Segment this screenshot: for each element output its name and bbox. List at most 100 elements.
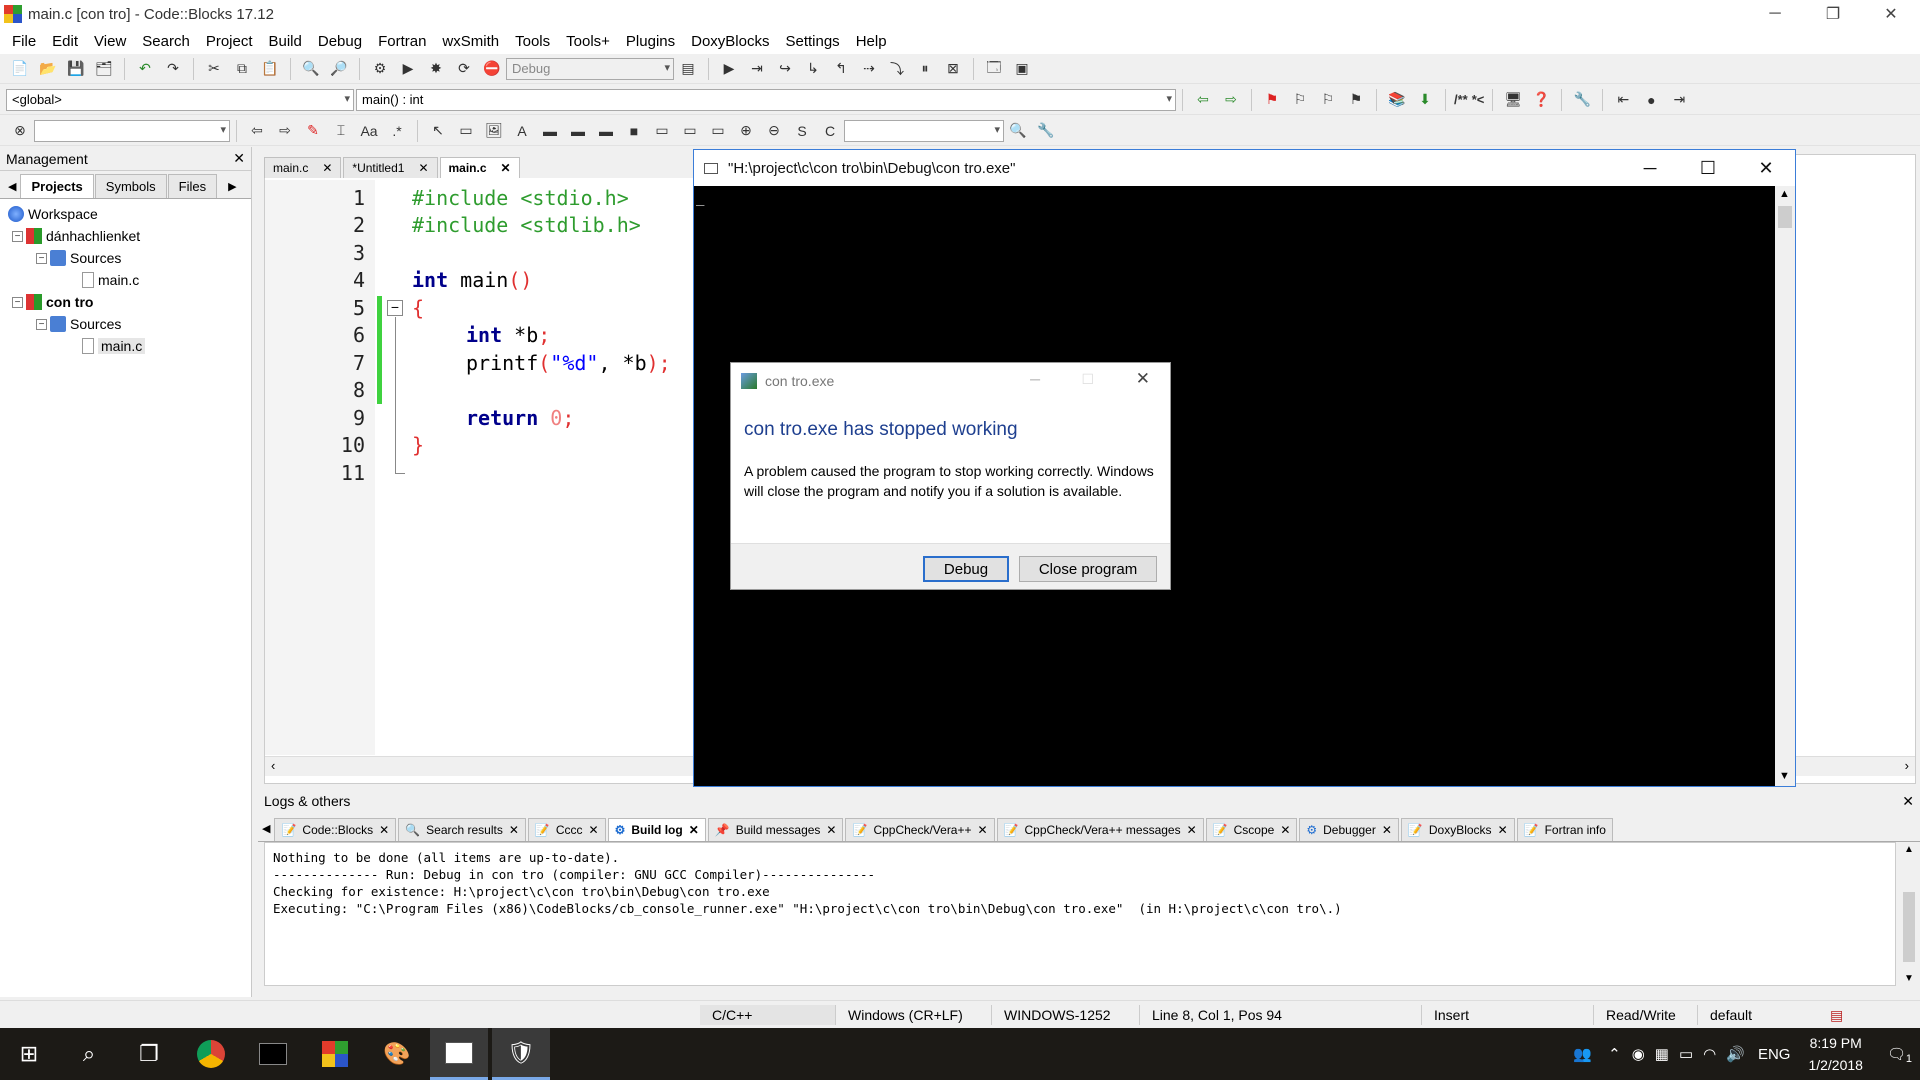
zoom-out-icon[interactable]: ⊖: [762, 119, 786, 143]
close-icon[interactable]: ✕: [689, 823, 699, 837]
chevron-up-icon[interactable]: ⌃: [1608, 1045, 1621, 1063]
task-view-icon[interactable]: ❐: [120, 1028, 178, 1080]
find-icon[interactable]: 🔍: [299, 57, 323, 81]
undo-icon[interactable]: ↶: [133, 57, 157, 81]
forward-arrow-icon[interactable]: ⇨: [1219, 88, 1243, 112]
tree-project-1[interactable]: − dánhachlienket: [0, 225, 251, 247]
tab-scroll-left-icon[interactable]: ◀: [4, 180, 20, 198]
zoom-in-icon[interactable]: ⊕: [734, 119, 758, 143]
scroll-up-icon[interactable]: ▲: [1779, 188, 1790, 200]
step-out-icon[interactable]: ↰: [829, 57, 853, 81]
fold-toggle-icon[interactable]: −: [387, 300, 403, 316]
battery-icon[interactable]: ▭: [1679, 1045, 1693, 1063]
next-line-icon[interactable]: ↪: [773, 57, 797, 81]
close-program-button[interactable]: Close program: [1019, 556, 1157, 582]
console-maximize-button[interactable]: ☐: [1679, 150, 1737, 186]
block-comment-button[interactable]: /**: [1454, 88, 1468, 112]
tab-fortran-info[interactable]: 📝 Fortran info: [1516, 818, 1613, 841]
close-icon[interactable]: ✕: [1902, 793, 1914, 810]
save-all-icon[interactable]: 🗂: [92, 57, 116, 81]
menu-project[interactable]: Project: [198, 33, 261, 50]
menu-debug[interactable]: Debug: [310, 33, 370, 50]
widget-6-icon[interactable]: ▭: [678, 119, 702, 143]
stop-debug-icon[interactable]: ⊠: [941, 57, 965, 81]
menu-settings[interactable]: Settings: [777, 33, 847, 50]
language-indicator[interactable]: ENG: [1758, 1046, 1791, 1063]
image-widget-icon[interactable]: 🖼: [482, 119, 506, 143]
jump-forward-icon[interactable]: ⇥: [1667, 88, 1691, 112]
tab-cscope[interactable]: 📝 Cscope ✕: [1205, 818, 1298, 841]
prev-bookmark-icon[interactable]: ⚐: [1288, 88, 1312, 112]
open-folder-icon[interactable]: 📂: [36, 57, 60, 81]
target-options-icon[interactable]: ▤: [676, 57, 700, 81]
widget-5-icon[interactable]: ▭: [650, 119, 674, 143]
build-gear-icon[interactable]: ⚙: [368, 57, 392, 81]
collapse-toggle-icon[interactable]: −: [12, 296, 23, 308]
log-scrollbar[interactable]: ▲ ▼: [1900, 842, 1918, 986]
widget-2-icon[interactable]: ▬: [566, 119, 590, 143]
widget-1-icon[interactable]: ▬: [538, 119, 562, 143]
function-select[interactable]: main() : int ▾: [356, 88, 1176, 111]
close-icon[interactable]: ✕: [418, 161, 428, 175]
onenote-icon[interactable]: ▦: [1655, 1045, 1669, 1063]
extract-docs-icon[interactable]: ⬇: [1413, 88, 1437, 112]
tab-build-messages[interactable]: 📌 Build messages ✕: [707, 818, 844, 841]
tab-symbols[interactable]: Symbols: [94, 174, 167, 198]
menu-search[interactable]: Search: [134, 33, 198, 50]
step-instruction-icon[interactable]: ⤵: [885, 57, 909, 81]
tab-doxyblocks[interactable]: 📝 DoxyBlocks ✕: [1400, 818, 1515, 841]
tab-scroll-left-icon[interactable]: ◀: [258, 822, 274, 841]
tree-project-2[interactable]: − con tro: [0, 291, 251, 313]
debug-windows-icon[interactable]: 🗔: [982, 57, 1006, 81]
tab-main-c-2[interactable]: main.c ✕: [439, 157, 520, 178]
tree-sources-1[interactable]: − Sources: [0, 247, 251, 269]
tab-projects[interactable]: Projects: [20, 174, 94, 198]
debug-info-icon[interactable]: ▣: [1010, 57, 1034, 81]
close-icon[interactable]: ✕: [501, 161, 511, 175]
chrome-icon[interactable]: [182, 1028, 240, 1080]
close-icon[interactable]: ✕: [589, 823, 599, 837]
scope-select[interactable]: <global> ▾: [6, 88, 354, 111]
tab-search-results[interactable]: 🔍 Search results ✕: [398, 818, 526, 841]
close-icon[interactable]: ✕: [1498, 823, 1508, 837]
jump-last-icon[interactable]: ●: [1639, 88, 1663, 112]
notification-center-icon[interactable]: 🗨 1: [1887, 1045, 1912, 1065]
restore-button[interactable]: ❐: [1804, 0, 1862, 28]
debug-run-icon[interactable]: ▶: [717, 57, 741, 81]
volume-icon[interactable]: 🔊: [1726, 1045, 1745, 1063]
clear-bookmarks-icon[interactable]: ⚑: [1344, 88, 1368, 112]
tab-cccc[interactable]: 📝 Cccc ✕: [527, 818, 606, 841]
debug-button[interactable]: Debug: [923, 556, 1009, 582]
codeblocks-taskbar-icon[interactable]: [306, 1028, 364, 1080]
clock[interactable]: 8:19 PM 1/2/2018: [1808, 1032, 1863, 1076]
symbol-settings-icon[interactable]: 🔧: [1034, 119, 1058, 143]
redo-icon[interactable]: ↷: [161, 57, 185, 81]
wifi-icon[interactable]: ◠: [1703, 1045, 1716, 1063]
next-bookmark-icon[interactable]: ⚐: [1316, 88, 1340, 112]
scroll-right-icon[interactable]: ›: [1905, 758, 1909, 773]
abort-icon[interactable]: ⛔: [480, 57, 504, 81]
copy-icon[interactable]: ⧉: [230, 57, 254, 81]
new-file-icon[interactable]: 📄: [8, 57, 32, 81]
tree-sources-2[interactable]: − Sources: [0, 313, 251, 335]
collapse-toggle-icon[interactable]: −: [36, 318, 47, 330]
dialog-close-button[interactable]: ✕: [1136, 369, 1150, 389]
search-icon[interactable]: ⌕: [60, 1028, 118, 1080]
close-button[interactable]: ✕: [1862, 0, 1920, 28]
menu-tools-plus[interactable]: Tools+: [558, 33, 618, 50]
tree-file-2[interactable]: main.c: [0, 335, 251, 357]
build-log-output[interactable]: Nothing to be done (all items are up-to-…: [264, 842, 1896, 986]
symbol-find-icon[interactable]: 🔍: [1006, 119, 1030, 143]
regex-icon[interactable]: .*: [385, 119, 409, 143]
close-icon[interactable]: ✕: [1187, 823, 1197, 837]
tab-cppcheck-messages[interactable]: 📝 CppCheck/Vera++ messages ✕: [996, 818, 1204, 841]
build-target-select[interactable]: Debug ▾: [506, 57, 674, 80]
people-icon[interactable]: 👥: [1573, 1045, 1592, 1063]
paint-icon[interactable]: 🎨: [368, 1028, 426, 1080]
widget-4-icon[interactable]: ■: [622, 119, 646, 143]
console-scrollbar[interactable]: ▲ ▼: [1775, 186, 1795, 786]
tree-workspace[interactable]: Workspace: [0, 203, 251, 225]
scroll-up-icon[interactable]: ▲: [1904, 844, 1914, 855]
scroll-down-icon[interactable]: ▼: [1904, 973, 1914, 984]
menu-build[interactable]: Build: [261, 33, 310, 50]
